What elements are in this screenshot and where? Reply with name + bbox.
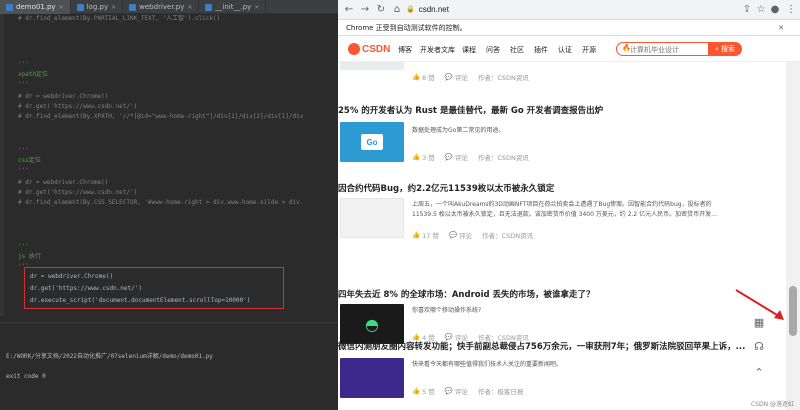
tab-label: __init__.py	[215, 3, 252, 11]
python-file-icon	[205, 3, 213, 11]
watermark: CSDN @洛逐虹	[750, 401, 794, 408]
close-icon[interactable]: ✕	[59, 4, 64, 11]
python-file-icon	[76, 3, 84, 11]
tab-log[interactable]: log.py ✕	[71, 0, 124, 14]
highlight-annotation-box	[24, 267, 284, 309]
code-line: js 执行	[18, 253, 41, 260]
code-line: # dr.find_element(By.XPATH, '//*[@id="ww…	[18, 113, 304, 120]
code-line: # dr.find_element(By.PARTIAL_LINK_TEXT, …	[18, 15, 221, 22]
python-file-icon	[6, 3, 13, 11]
run-exit-line: exit code 0	[6, 373, 46, 380]
code-line: '''	[18, 81, 29, 88]
tab-label: log.py	[86, 3, 109, 11]
tab-init[interactable]: __init__.py ✕	[199, 0, 267, 14]
tab-demo01[interactable]: demo01.py ✕	[0, 0, 71, 14]
code-line: # dr = webdriver.Chrome()	[18, 93, 109, 100]
red-arrow-annotation	[735, 289, 784, 320]
code-line: '''	[18, 147, 29, 154]
tab-label: demo01.py	[16, 3, 56, 11]
close-icon[interactable]: ✕	[111, 4, 116, 11]
close-icon[interactable]: ✕	[187, 4, 192, 11]
code-line: css定位	[18, 157, 41, 164]
code-line: '''	[18, 167, 29, 174]
run-output-panel: E:/WORK/分享文档/2022自动化推广/07selenium详解/demo…	[0, 322, 338, 410]
code-line: # dr = webdriver.Chrome()	[18, 179, 109, 186]
code-line: # dr.get('https://www.csdn.net/')	[18, 103, 138, 110]
code-line: xpath定位	[18, 71, 49, 78]
code-line: # dr.find_element(By.CSS_SELECTOR, '#www…	[18, 199, 304, 206]
run-path-line: E:/WORK/分享文档/2022自动化推广/07selenium详解/demo…	[6, 353, 213, 360]
chrome-browser-window: ← → ↻ ⌂ 🔒 csdn.net ⇪ ☆ ● ⋮ Chrome 正受到自动测…	[338, 0, 800, 410]
tab-webdriver[interactable]: webdriver.py ✕	[123, 0, 200, 14]
code-line: '''	[18, 61, 29, 68]
code-line: # dr.get('https://www.csdn.net/')	[18, 189, 138, 196]
editor-tab-bar: demo01.py ✕ log.py ✕ webdriver.py ✕ __in…	[0, 0, 338, 14]
python-file-icon	[129, 3, 137, 11]
tab-label: webdriver.py	[139, 3, 185, 11]
ide-window: demo01.py ✕ log.py ✕ webdriver.py ✕ __in…	[0, 0, 338, 410]
close-icon[interactable]: ✕	[254, 4, 259, 11]
code-line: '''	[18, 243, 29, 250]
